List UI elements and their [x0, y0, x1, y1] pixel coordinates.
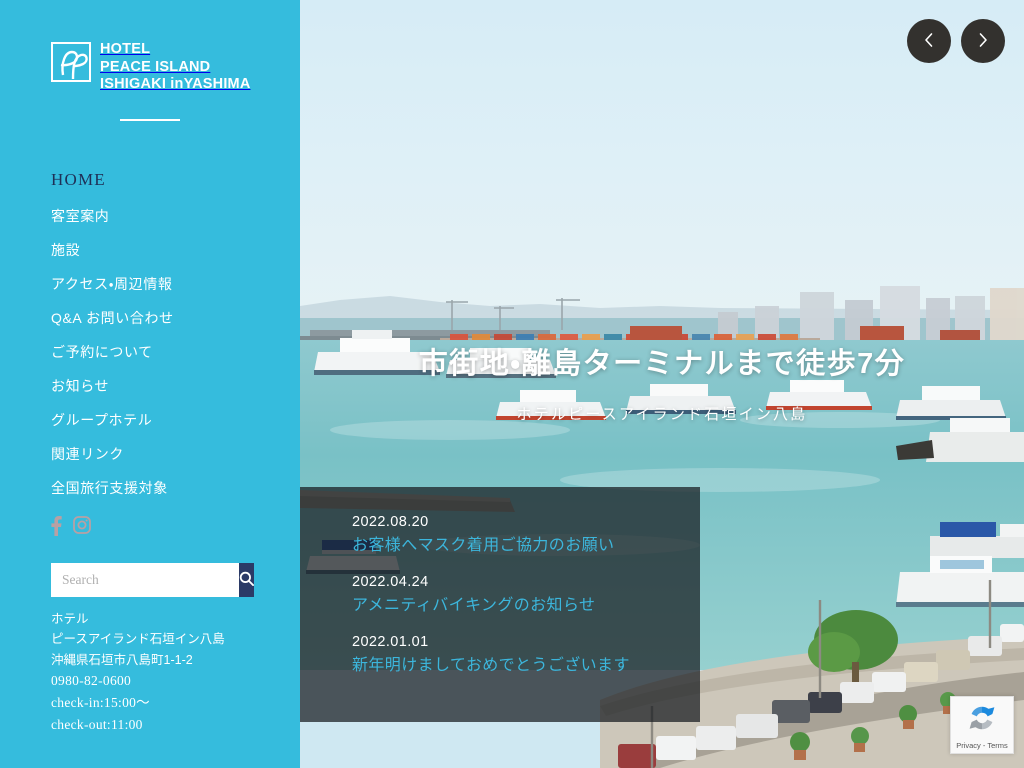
search-form [51, 562, 254, 597]
site-logo[interactable]: HOTEL PEACE ISLAND ISHIGAKI inYASHIMA [0, 40, 300, 93]
contact-phone: 0980-82-0600 [51, 673, 132, 689]
news-date: 2022.01.01 [352, 634, 429, 651]
logo-line-3: ISHIGAKI inYASHIMA [100, 76, 251, 93]
contact-address: 沖縄県石垣市八島町1-1-2 [51, 652, 193, 667]
chevron-right-icon [977, 32, 989, 51]
news-item[interactable]: 2022.04.24 アメニティバイキングのお知らせ [352, 574, 700, 615]
hero-slider: 市街地・離島ターミナルまで徒歩7分 ホテルピースアイランド石垣イン八島 2022… [300, 0, 1024, 768]
news-item[interactable]: 2022.01.01 新年明けましておめでとうございます [352, 634, 700, 675]
nav-item-facilities[interactable]: 施設 [51, 243, 300, 257]
recaptcha-icon [966, 702, 998, 739]
logo-block: HOTEL PEACE ISLAND ISHIGAKI inYASHIMA [0, 0, 300, 121]
logo-wordmark: HOTEL PEACE ISLAND ISHIGAKI inYASHIMA [100, 40, 251, 93]
social-links [0, 515, 300, 536]
chevron-left-icon [923, 32, 935, 51]
nav-item-access[interactable]: アクセス・周辺情報 [51, 277, 300, 291]
slider-arrows [907, 19, 1005, 63]
logo-divider [120, 118, 180, 121]
logo-line-2: PEACE ISLAND [100, 58, 211, 75]
nav-item-group-hotel[interactable]: グループホテル [51, 413, 300, 427]
search-button[interactable] [239, 562, 254, 597]
nav-item-qa-contact[interactable]: Q&A お問い合わせ [51, 311, 300, 325]
slider-prev-button[interactable] [907, 19, 951, 63]
page-root: HOTEL PEACE ISLAND ISHIGAKI inYASHIMA HO… [0, 0, 1024, 768]
nav-item-news[interactable]: お知らせ [51, 379, 300, 393]
news-title: アメニティバイキングのお知らせ [352, 597, 596, 615]
news-title: お客様へマスク着用ご協力のお願い [352, 537, 615, 554]
contact-info: ホテル ピースアイランド石垣イン八島 沖縄県石垣市八島町1-1-2 0980-8… [0, 609, 300, 736]
slider-next-button[interactable] [961, 19, 1005, 63]
recaptcha-badge[interactable]: Privacy - Terms [950, 696, 1014, 754]
nav-item-home[interactable]: HOME [51, 171, 300, 188]
recaptcha-label: Privacy - Terms [956, 741, 1008, 750]
contact-line-1: ホテル [51, 611, 89, 626]
nav-item-links[interactable]: 関連リンク [51, 447, 300, 461]
contact-checkout: check-out:11:00 [51, 717, 143, 733]
contact-checkin: check-in:15:00〜 [51, 695, 150, 711]
search-icon [239, 571, 254, 589]
logo-line-1: HOTEL [100, 41, 151, 57]
contact-line-2: ピースアイランド石垣イン八島 [51, 632, 225, 647]
nav-item-reservation[interactable]: ご予約について [51, 345, 300, 359]
ep-monogram-icon [51, 42, 91, 82]
main-navigation: HOME 客室案内 施設 アクセス・周辺情報 Q&A お問い合わせ ご予約につい… [0, 171, 300, 495]
news-title: 新年明けましておめでとうございます [352, 657, 630, 675]
nav-item-rooms[interactable]: 客室案内 [51, 209, 300, 223]
nav-item-travel-support[interactable]: 全国旅行支援対象 [51, 481, 300, 495]
sidebar: HOTEL PEACE ISLAND ISHIGAKI inYASHIMA HO… [0, 0, 300, 768]
news-date: 2022.08.20 [352, 514, 429, 530]
search-input[interactable] [51, 562, 239, 597]
news-date: 2022.04.24 [352, 574, 429, 591]
news-panel: 2022.08.20 お客様へマスク着用ご協力のお願い 2022.04.24 ア… [300, 487, 700, 722]
news-item[interactable]: 2022.08.20 お客様へマスク着用ご協力のお願い [352, 514, 700, 555]
instagram-icon[interactable] [73, 516, 91, 535]
facebook-icon[interactable] [50, 515, 62, 536]
